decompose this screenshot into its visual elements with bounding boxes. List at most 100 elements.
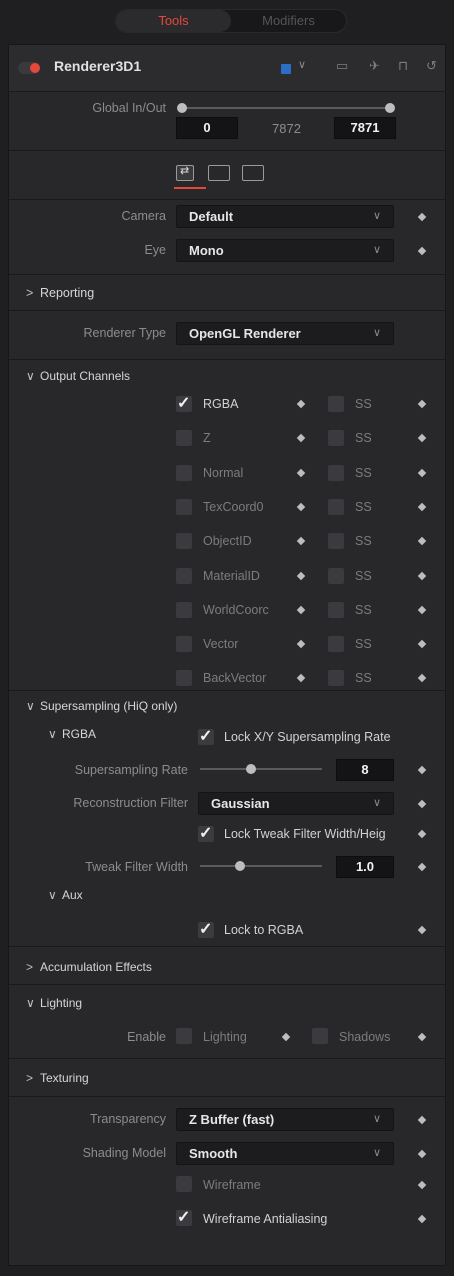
ss-checkbox[interactable] [328,430,344,447]
global-out-field[interactable]: 7871 [334,117,396,139]
settings-tab-icon[interactable] [242,165,264,181]
global-duration: 7872 [272,121,301,136]
channel-checkbox[interactable] [176,498,192,515]
chevron-right-icon: > [26,286,34,300]
lock-icon[interactable]: ⊓ [398,58,408,74]
ss-checkbox[interactable] [328,567,344,584]
texturing-header[interactable]: > Texturing [26,1071,89,1085]
ss-label: SS [355,499,372,514]
renderer-type-value: OpenGL Renderer [189,326,301,341]
tab-modifiers[interactable]: Modifiers [231,10,346,32]
divider [9,150,445,151]
channel-checkbox[interactable] [176,601,192,618]
channel-checkbox[interactable] [176,567,192,584]
renderer-type-dropdown[interactable]: OpenGL Renderer ∨ [176,322,394,345]
ss-checkbox[interactable] [328,601,344,618]
channel-label: ObjectID [203,534,252,549]
aux-subheader[interactable]: ∨ Aux [48,888,83,902]
channel-checkbox[interactable] [176,393,192,413]
ss-label: SS [355,431,372,446]
global-in-field[interactable]: 0 [176,117,238,139]
controls-tab-icon[interactable]: ⇄ [176,165,194,181]
ss-checkbox[interactable] [328,396,344,412]
image-tab-icon[interactable] [208,165,230,181]
chevron-down-icon: ∨ [372,327,381,339]
chevron-down-icon: ∨ [48,888,57,902]
chevron-down-icon: ∨ [48,727,57,741]
supersampling-header[interactable]: ∨ Supersampling (HiQ only) [26,699,177,713]
lock-rgba-checkbox[interactable] [198,919,214,939]
chevron-down-icon: ∨ [372,1147,381,1159]
supersampling-label: Supersampling (HiQ only) [40,699,178,713]
channel-checkbox[interactable] [176,430,192,447]
ss-label: SS [355,465,372,480]
lock-xy-checkbox[interactable] [198,726,214,746]
shading-model-dropdown[interactable]: Smooth ∨ [176,1142,394,1165]
wireframe-checkbox[interactable] [176,1176,192,1192]
tool-title: Renderer3D1 [54,58,142,74]
transparency-dropdown[interactable]: Z Buffer (fast) ∨ [176,1108,394,1131]
lighting-header[interactable]: ∨ Lighting [26,996,82,1010]
tweak-filter-track[interactable] [200,865,322,867]
channel-checkbox[interactable] [176,464,192,481]
chevron-right-icon: > [26,960,34,974]
global-out-handle[interactable] [385,103,395,113]
lock-rgba-label: Lock to RGBA [224,923,304,937]
lock-xy-label: Lock X/Y Supersampling Rate [224,730,391,744]
divider [9,274,445,275]
reconstruction-filter-dropdown[interactable]: Gaussian ∨ [198,792,394,815]
channel-label: Z [203,431,211,446]
lighting-checkbox[interactable] [176,1028,192,1044]
pin-icon[interactable]: ✈ [369,58,380,74]
reporting-label: Reporting [40,286,95,300]
ss-checkbox[interactable] [328,464,344,481]
divider [9,359,445,360]
ss-checkbox[interactable] [328,670,344,687]
chevron-down-icon: ∨ [26,699,35,713]
global-range-track[interactable] [182,107,390,109]
color-swatch[interactable] [281,64,291,74]
transparency-label: Transparency [90,1112,166,1126]
tweak-filter-field[interactable]: 1.0 [336,856,394,878]
ss-checkbox[interactable] [328,498,344,515]
divider [9,1058,445,1059]
ss-checkbox[interactable] [328,533,344,550]
chevron-down-icon: ∨ [372,210,381,222]
supersampling-rate-track[interactable] [200,768,322,770]
channel-checkbox[interactable] [176,670,192,687]
channel-checkbox[interactable] [176,636,192,653]
renderer-type-label: Renderer Type [83,326,166,340]
reset-icon[interactable]: ↺ [426,58,437,74]
chevron-down-icon: ∨ [26,369,35,383]
top-tab-bar: Tools Modifiers [115,9,347,33]
reconstruction-filter-value: Gaussian [211,796,270,811]
accumulation-header[interactable]: > Accumulation Effects [26,960,152,974]
viewer-icon[interactable]: ▭ [336,58,348,74]
enable-label: Enable [127,1030,166,1044]
wireframe-aa-checkbox[interactable] [176,1207,192,1227]
global-in-handle[interactable] [177,103,187,113]
tab-tools[interactable]: Tools [116,10,231,32]
enable-dot-icon [30,63,40,73]
supersampling-rate-field[interactable]: 8 [336,759,394,781]
camera-dropdown[interactable]: Default ∨ [176,205,394,228]
output-channels-header[interactable]: ∨ Output Channels [26,369,130,383]
wireframe-label: Wireframe [203,1178,261,1192]
ss-label: SS [355,568,372,583]
channel-label: Vector [203,637,239,652]
shadows-label: Shadows [339,1030,391,1044]
eye-label: Eye [144,243,166,257]
reporting-section-header[interactable]: > Reporting [26,286,94,300]
camera-value: Default [189,209,234,224]
eye-dropdown[interactable]: Mono ∨ [176,239,394,262]
ss-checkbox[interactable] [328,636,344,653]
output-channels-label: Output Channels [40,369,131,383]
eye-value: Mono [189,243,224,258]
lock-tweak-checkbox[interactable] [198,823,214,843]
shadows-checkbox[interactable] [312,1028,328,1044]
rgba-subheader[interactable]: ∨ RGBA [48,727,96,741]
color-chevron-icon[interactable]: ∨ [298,58,306,71]
channel-label: TexCoord0 [203,499,264,514]
global-inout-label: Global In/Out [92,101,166,115]
channel-checkbox[interactable] [176,533,192,550]
